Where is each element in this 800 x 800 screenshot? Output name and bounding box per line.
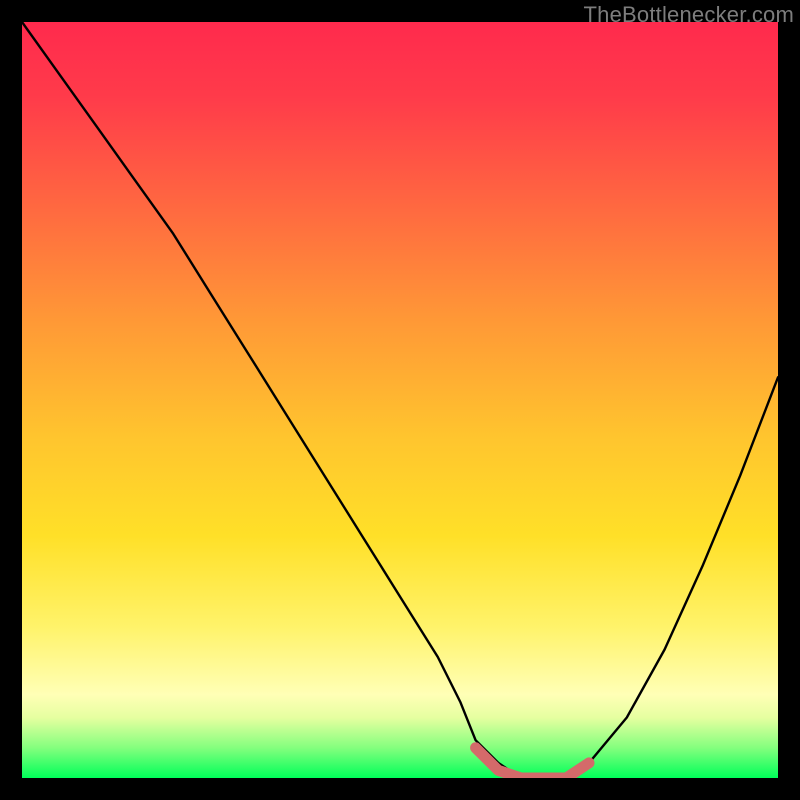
watermark-text: TheBottlenecker.com: [584, 2, 794, 28]
chart-background-gradient: [22, 22, 778, 778]
chart-frame: [22, 22, 778, 778]
